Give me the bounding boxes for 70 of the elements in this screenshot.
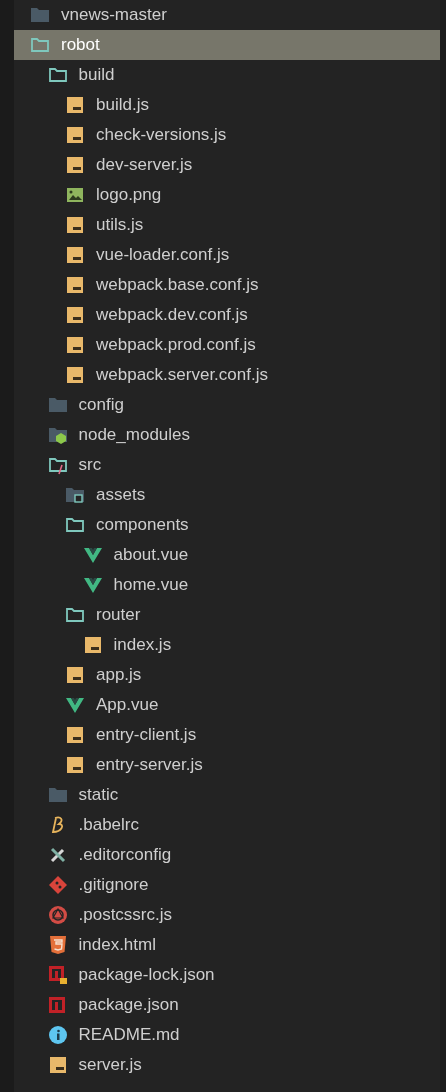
tree-item[interactable]: about.vue — [14, 540, 440, 570]
tree-item[interactable]: entry-client.js — [14, 720, 440, 750]
folder-icon — [47, 65, 68, 85]
tree-item[interactable]: webpack.dev.conf.js — [14, 300, 440, 330]
tree-item[interactable]: .postcssrc.js — [14, 900, 440, 930]
tree-item[interactable]: entry-server.js — [14, 750, 440, 780]
tree-item[interactable]: check-versions.js — [14, 120, 440, 150]
tree-item[interactable]: assets — [14, 480, 440, 510]
folder-icon — [65, 515, 85, 535]
js-file-icon — [65, 725, 85, 745]
tree-item[interactable]: router — [14, 600, 440, 630]
tree-item[interactable]: server.js — [14, 1050, 440, 1080]
tree-item[interactable]: logo.png — [14, 180, 440, 210]
npm-icon — [47, 995, 68, 1015]
tree-item[interactable]: components — [14, 510, 440, 540]
js-file-icon — [65, 125, 85, 145]
folder-icon — [30, 35, 50, 55]
folder-images-icon — [65, 485, 85, 505]
html5-icon — [47, 935, 68, 955]
js-file-icon — [65, 305, 85, 325]
tree-item[interactable]: vnews-master — [14, 0, 440, 30]
folder-code-icon — [47, 455, 68, 475]
tree-item[interactable]: dev-server.js — [14, 150, 440, 180]
tree-item[interactable]: .gitignore — [14, 870, 440, 900]
tree-item[interactable]: .editorconfig — [14, 840, 440, 870]
tree-item[interactable]: webpack.prod.conf.js — [14, 330, 440, 360]
js-file-icon — [65, 155, 85, 175]
tree-item[interactable]: package.json — [14, 990, 440, 1020]
tree-item[interactable]: webpack.base.conf.js — [14, 270, 440, 300]
folder-icon — [47, 395, 68, 415]
image-file-icon — [65, 185, 85, 205]
tree-item[interactable]: App.vue — [14, 690, 440, 720]
info-icon — [47, 1025, 68, 1045]
tree-item[interactable]: README.md — [14, 1020, 440, 1050]
tree-item[interactable]: app.js — [14, 660, 440, 690]
tree-item[interactable]: vue-loader.conf.js — [14, 240, 440, 270]
folder-icon — [47, 785, 68, 805]
js-file-icon — [65, 335, 85, 355]
folder-node-icon — [47, 425, 68, 445]
js-file-icon — [65, 365, 85, 385]
js-file-icon — [82, 635, 103, 655]
folder-icon — [65, 605, 85, 625]
js-file-icon — [47, 1055, 68, 1075]
tree-item[interactable]: utils.js — [14, 210, 440, 240]
folder-icon — [30, 5, 50, 25]
tree-item[interactable]: package-lock.json — [14, 960, 440, 990]
tree-item[interactable]: home.vue — [14, 570, 440, 600]
js-file-icon — [65, 665, 85, 685]
js-file-icon — [65, 245, 85, 265]
tree-item[interactable]: index.js — [14, 630, 440, 660]
tree-item[interactable]: robot — [14, 30, 440, 60]
vue-logo-icon — [82, 575, 103, 595]
js-file-icon — [65, 95, 85, 115]
tree-item[interactable]: static — [14, 780, 440, 810]
npm-lock-icon — [47, 965, 68, 985]
vue-logo-icon — [82, 545, 103, 565]
tree-item[interactable]: webpack.server.conf.js — [14, 360, 440, 390]
git-icon — [47, 875, 68, 895]
tree-item[interactable]: node_modules — [14, 420, 440, 450]
js-file-icon — [65, 215, 85, 235]
tree-item[interactable]: index.html — [14, 930, 440, 960]
js-file-icon — [65, 755, 85, 775]
tree-item[interactable]: build.js — [14, 90, 440, 120]
tree-item[interactable]: src — [14, 450, 440, 480]
js-file-icon — [65, 275, 85, 295]
postcss-icon — [47, 905, 68, 925]
tree-item[interactable]: .babelrc — [14, 810, 440, 840]
tree-item[interactable]: build — [14, 60, 440, 90]
vue-logo-icon — [65, 695, 85, 715]
tree-item[interactable]: config — [14, 390, 440, 420]
